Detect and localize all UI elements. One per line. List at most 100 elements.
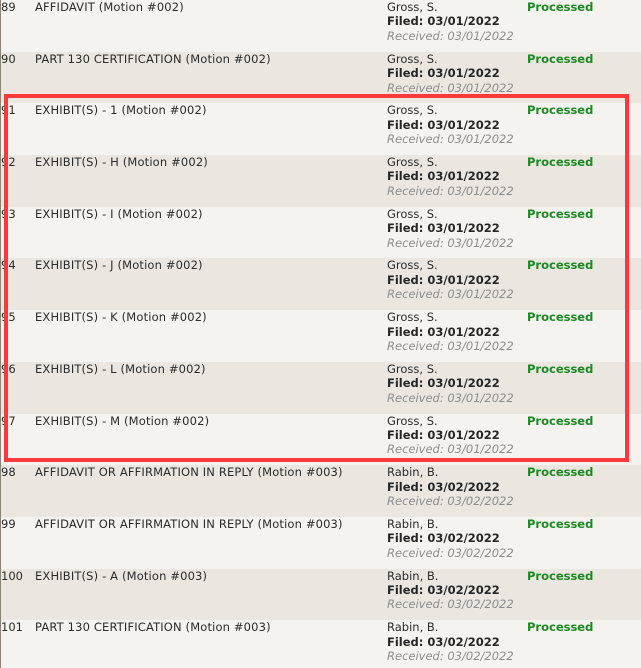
docket-status-cell: Processed bbox=[527, 52, 641, 104]
table-row[interactable]: 95 EXHIBIT(S) - K (Motion #002) Gross, S. F… bbox=[1, 310, 641, 362]
received-date: Received: 03/01/2022 bbox=[387, 338, 514, 353]
docket-filing-party-cell: Gross, S. Filed: 03/01/2022 Received: 03/0… bbox=[387, 0, 527, 52]
table-row[interactable]: 89 AFFIDAVIT (Motion #002) Gross, S. Filed:… bbox=[1, 0, 641, 52]
received-date: Received: 03/01/2022 bbox=[387, 183, 514, 198]
docket-document-name[interactable]: AFFIDAVIT OR AFFIRMATION IN REPLY (Motio… bbox=[35, 517, 387, 569]
received-date: Received: 03/01/2022 bbox=[387, 80, 514, 95]
table-row[interactable]: 97 EXHIBIT(S) - M (Motion #002) Gross, S. F… bbox=[1, 413, 641, 466]
docket-sequence-number: 96 bbox=[1, 361, 16, 376]
filing-party-name: Gross, S. bbox=[387, 155, 438, 170]
docket-document-name[interactable]: EXHIBIT(S) - L (Motion #002) bbox=[35, 362, 387, 414]
docket-document-name[interactable]: EXHIBIT(S) - I (Motion #002) bbox=[35, 207, 387, 259]
received-date: Received: 03/01/2022 bbox=[387, 287, 514, 302]
docket-sequence-number: 90 bbox=[1, 51, 16, 66]
filed-date: Filed: 03/01/2022 bbox=[387, 427, 500, 442]
table-row[interactable]: 100 EXHIBIT(S) - A (Motion #003) Rabin, B.… bbox=[1, 568, 641, 621]
received-date: Received: 03/02/2022 bbox=[387, 494, 514, 508]
docket-document-name[interactable]: EXHIBIT(S) - 1 (Motion #002) bbox=[35, 103, 387, 155]
filed-date: Filed: 03/01/2022 bbox=[387, 169, 500, 184]
filing-party-name: Gross, S. bbox=[387, 310, 438, 325]
docket-document-name[interactable]: EXHIBIT(S) - A (Motion #003) bbox=[35, 569, 387, 621]
filed-date: Filed: 03/01/2022 bbox=[387, 117, 500, 132]
page-left-rule bbox=[0, 0, 1, 668]
docket-page: 89 AFFIDAVIT (Motion #002) Gross, S. Filed:… bbox=[0, 0, 641, 668]
docket-status-cell: Processed bbox=[527, 414, 641, 466]
table-row[interactable]: 91 EXHIBIT(S) - 1 (Motion #002) Gross, S. F… bbox=[1, 103, 641, 156]
docket-status-cell: Processed bbox=[527, 155, 641, 207]
docket-status-cell: Processed bbox=[527, 103, 641, 155]
docket-sequence-number: 98 bbox=[1, 465, 16, 480]
filed-date: Filed: 03/02/2022 bbox=[387, 582, 500, 597]
docket-status-cell: Processed bbox=[527, 207, 641, 259]
docket-filing-party-cell: Rabin, B. Filed: 03/02/2022 Received: 03/0… bbox=[387, 465, 527, 517]
docket-table-body: 89 AFFIDAVIT (Motion #002) Gross, S. Filed:… bbox=[1, 0, 641, 668]
docket-filing-party-cell: Gross, S. Filed: 03/01/2022 Received: 03/0… bbox=[387, 155, 527, 207]
docket-entries-table: 89 AFFIDAVIT (Motion #002) Gross, S. Filed:… bbox=[1, 0, 641, 668]
filed-date: Filed: 03/01/2022 bbox=[387, 14, 500, 29]
docket-document-name[interactable]: AFFIDAVIT (Motion #002) bbox=[35, 0, 387, 52]
docket-document-name[interactable]: EXHIBIT(S) - J (Motion #002) bbox=[35, 258, 387, 310]
docket-document-name[interactable]: EXHIBIT(S) - M (Motion #002) bbox=[35, 414, 387, 466]
status-badge: Processed bbox=[527, 413, 594, 428]
received-date: Received: 03/02/2022 bbox=[387, 545, 514, 560]
received-date: Received: 03/01/2022 bbox=[387, 442, 514, 457]
docket-filing-party-cell: Gross, S. Filed: 03/01/2022 Received: 03/0… bbox=[387, 362, 527, 414]
docket-status-cell: Processed bbox=[527, 620, 641, 668]
status-badge: Processed bbox=[527, 620, 594, 635]
filing-party-name: Gross, S. bbox=[387, 206, 438, 221]
docket-status-cell: Processed bbox=[527, 0, 641, 52]
docket-sequence-number: 95 bbox=[1, 310, 16, 325]
filed-date: Filed: 03/01/2022 bbox=[387, 221, 500, 236]
docket-document-name[interactable]: PART 130 CERTIFICATION (Motion #003) bbox=[35, 620, 387, 668]
docket-document-name[interactable]: EXHIBIT(S) - H (Motion #002) bbox=[35, 155, 387, 207]
filing-party-name: Rabin, B. bbox=[387, 568, 439, 583]
status-badge: Processed bbox=[527, 361, 594, 376]
status-badge: Processed bbox=[527, 0, 594, 14]
docket-status-cell: Processed bbox=[527, 569, 641, 621]
status-badge: Processed bbox=[527, 206, 594, 221]
status-badge: Processed bbox=[527, 103, 594, 118]
status-badge: Processed bbox=[527, 516, 594, 531]
docket-document-name[interactable]: EXHIBIT(S) - K (Motion #002) bbox=[35, 310, 387, 362]
status-badge: Processed bbox=[527, 51, 594, 66]
status-badge: Processed bbox=[527, 465, 594, 480]
table-row[interactable]: 94 EXHIBIT(S) - J (Motion #002) Gross, S. F… bbox=[1, 258, 641, 311]
table-row[interactable]: 98 AFFIDAVIT OR AFFIRMATION IN REPLY (Mot… bbox=[1, 465, 641, 517]
filing-party-name: Gross, S. bbox=[387, 258, 438, 273]
docket-sequence-number: 99 bbox=[1, 516, 16, 531]
filed-date: Filed: 03/01/2022 bbox=[387, 324, 500, 339]
docket-status-cell: Processed bbox=[527, 258, 641, 310]
docket-filing-party-cell: Rabin, B. Filed: 03/02/2022 Received: 03/0… bbox=[387, 569, 527, 621]
docket-document-name[interactable]: AFFIDAVIT OR AFFIRMATION IN REPLY (Motio… bbox=[35, 465, 387, 517]
filing-party-name: Gross, S. bbox=[387, 413, 438, 428]
received-date: Received: 03/01/2022 bbox=[387, 390, 514, 405]
table-row[interactable]: 101 PART 130 CERTIFICATION (Motion #003) R… bbox=[1, 620, 641, 668]
docket-filing-party-cell: Gross, S. Filed: 03/01/2022 Received: 03/0… bbox=[387, 310, 527, 362]
status-badge: Processed bbox=[527, 310, 594, 325]
filing-party-name: Gross, S. bbox=[387, 103, 438, 118]
status-badge: Processed bbox=[527, 568, 594, 583]
table-row[interactable]: 99 AFFIDAVIT OR AFFIRMATION IN REPLY (Mot… bbox=[1, 516, 641, 569]
docket-sequence-number: 89 bbox=[1, 0, 16, 14]
filed-date: Filed: 03/01/2022 bbox=[387, 272, 500, 287]
status-badge: Processed bbox=[527, 155, 594, 170]
table-row[interactable]: 96 EXHIBIT(S) - L (Motion #002) Gross, S. F… bbox=[1, 361, 641, 414]
received-date: Received: 03/02/2022 bbox=[387, 649, 514, 664]
docket-document-name[interactable]: PART 130 CERTIFICATION (Motion #002) bbox=[35, 52, 387, 104]
table-row[interactable]: 93 EXHIBIT(S) - I (Motion #002) Gross, S. F… bbox=[1, 206, 641, 259]
filed-date: Filed: 03/02/2022 bbox=[387, 479, 500, 494]
filed-date: Filed: 03/02/2022 bbox=[387, 634, 500, 649]
filing-party-name: Gross, S. bbox=[387, 0, 438, 14]
filed-date: Filed: 03/01/2022 bbox=[387, 376, 500, 391]
received-date: Received: 03/01/2022 bbox=[387, 132, 514, 147]
docket-filing-party-cell: Gross, S. Filed: 03/01/2022 Received: 03/0… bbox=[387, 52, 527, 104]
status-badge: Processed bbox=[527, 258, 594, 273]
docket-sequence-number: 97 bbox=[1, 413, 16, 428]
table-row[interactable]: 92 EXHIBIT(S) - H (Motion #002) Gross, S. F… bbox=[1, 155, 641, 207]
docket-filing-party-cell: Rabin, B. Filed: 03/02/2022 Received: 03/0… bbox=[387, 517, 527, 569]
docket-sequence-number: 94 bbox=[1, 258, 16, 273]
docket-sequence-number: 100 bbox=[1, 568, 23, 583]
docket-filing-party-cell: Gross, S. Filed: 03/01/2022 Received: 03/0… bbox=[387, 258, 527, 310]
docket-filing-party-cell: Gross, S. Filed: 03/01/2022 Received: 03/0… bbox=[387, 103, 527, 155]
table-row[interactable]: 90 PART 130 CERTIFICATION (Motion #002) Gr… bbox=[1, 51, 641, 104]
